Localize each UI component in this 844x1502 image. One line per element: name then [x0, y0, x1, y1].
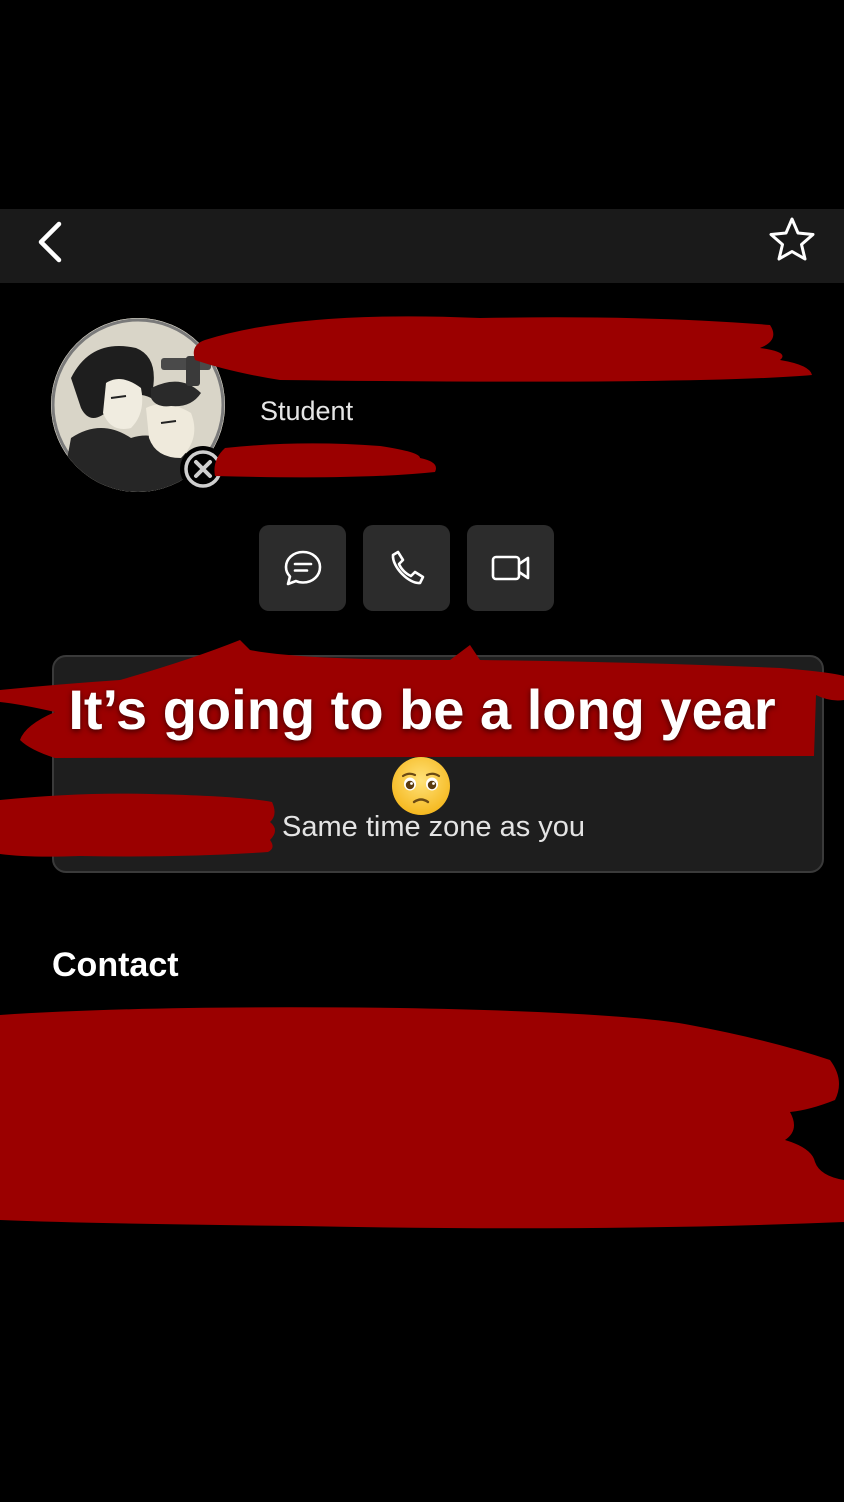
chat-bubble-icon — [284, 550, 321, 586]
contact-section-title: Contact — [52, 946, 179, 984]
action-buttons — [259, 525, 554, 611]
call-button[interactable] — [363, 525, 450, 611]
video-camera-icon — [491, 555, 529, 581]
chevron-left-icon — [38, 221, 62, 263]
pleading-face-emoji — [392, 757, 450, 815]
job-title: Student — [260, 396, 354, 426]
close-circle-icon — [184, 450, 222, 488]
back-button[interactable] — [30, 217, 70, 267]
status-badge — [180, 446, 226, 492]
video-call-button[interactable] — [467, 525, 554, 611]
star-outline-icon — [769, 217, 815, 261]
favorite-button[interactable] — [766, 213, 818, 265]
top-navigation-bar — [0, 209, 844, 283]
overlay-caption: It’s going to be a long year — [68, 678, 776, 741]
phone-icon — [391, 550, 424, 585]
message-button[interactable] — [259, 525, 346, 611]
